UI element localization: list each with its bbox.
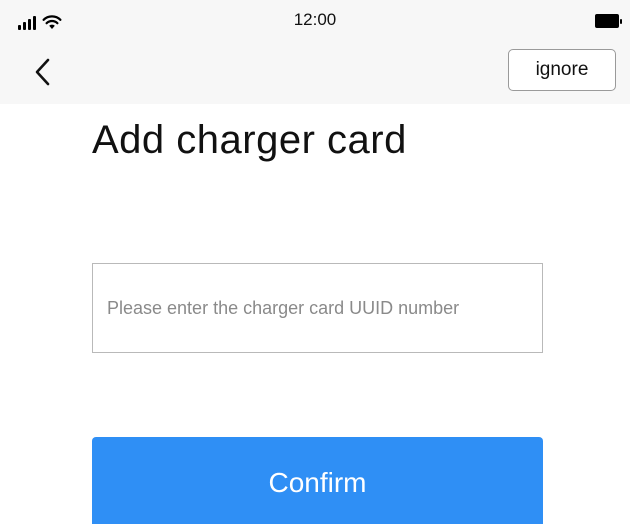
battery-icon xyxy=(595,14,622,28)
add-charger-card-screen: 12:00 ignore Add charger card Confirm xyxy=(0,0,630,524)
status-time: 12:00 xyxy=(293,10,337,29)
header-area: 12:00 ignore xyxy=(0,0,630,104)
chevron-left-icon[interactable] xyxy=(28,52,58,92)
page-title: Add charger card xyxy=(92,118,407,162)
status-bar: 12:00 xyxy=(0,0,630,44)
ignore-button[interactable]: ignore xyxy=(508,49,616,91)
confirm-button[interactable]: Confirm xyxy=(92,437,543,524)
nav-bar: ignore xyxy=(0,44,630,104)
uuid-input[interactable] xyxy=(92,263,543,353)
